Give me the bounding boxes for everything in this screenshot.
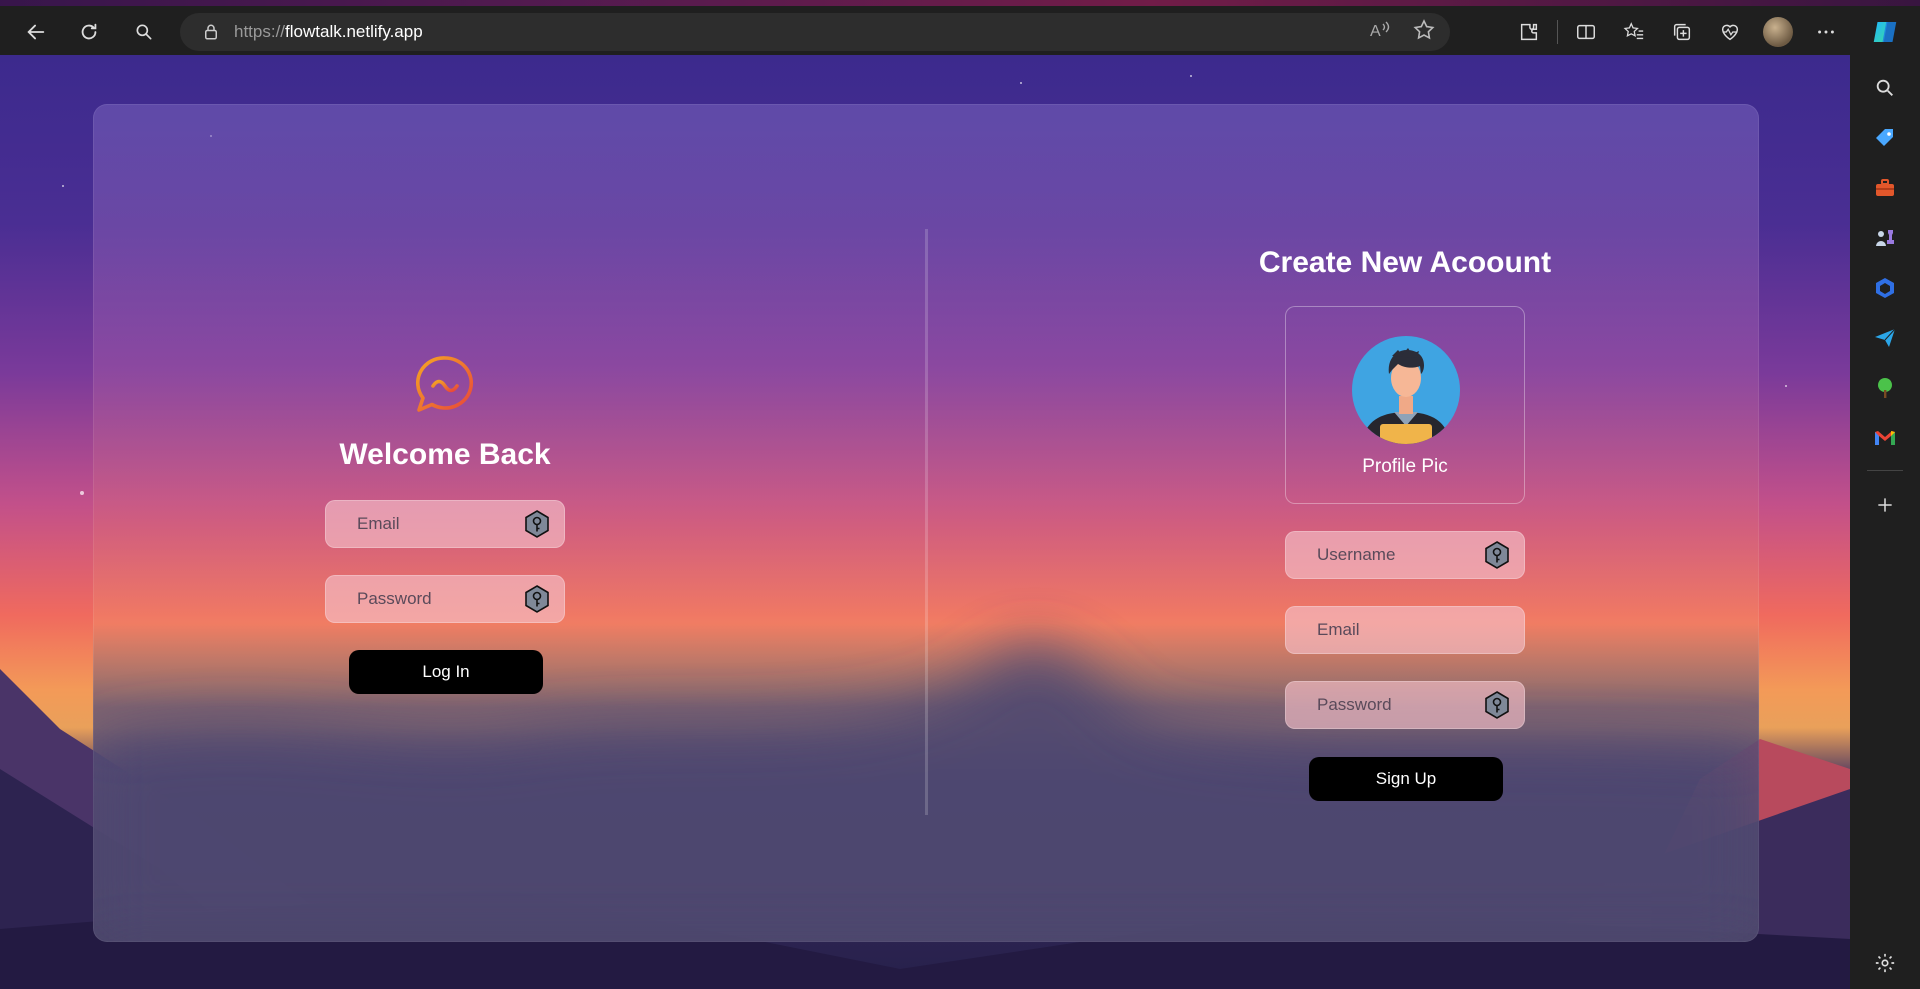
search-icon [1876,79,1893,96]
person-icon [1362,348,1450,444]
signup-title: Create New Acoount [1258,246,1552,279]
signup-password-input[interactable] [1315,694,1479,716]
refresh-icon [81,23,97,40]
favorites-button[interactable] [1610,12,1658,52]
sidebar-search-button[interactable] [1865,68,1905,108]
copilot-icon [1873,22,1897,42]
url-scheme: https:// [234,22,286,41]
card-divider [925,229,928,815]
profile-avatar [1763,17,1793,47]
shopping-tag-icon [1876,129,1893,146]
signup-username-field[interactable] [1285,531,1525,579]
sidebar-tools-button[interactable] [1865,168,1905,208]
read-aloud-icon[interactable]: A [1368,18,1392,42]
sidebar-tree-button[interactable] [1865,368,1905,408]
star [1190,75,1192,77]
lock-icon[interactable] [202,23,220,41]
browser-sidebar [1850,64,1920,989]
key-icon [1485,541,1509,569]
key-icon [525,510,549,538]
login-button[interactable]: Log In [349,650,543,694]
sidebar-gmail-button[interactable] [1865,418,1905,458]
sidebar-add-button[interactable] [1865,485,1905,525]
settings-icon [1875,953,1895,973]
favorite-star-icon[interactable] [1412,18,1436,42]
star [1785,385,1787,387]
sidebar-games-button[interactable] [1865,218,1905,258]
send-icon [1875,328,1896,347]
star [62,185,64,187]
star [1020,82,1022,84]
signup-button[interactable]: Sign Up [1309,757,1503,801]
tree-icon [1878,378,1892,398]
search-icon [136,24,152,40]
collections-icon [1673,23,1691,41]
url-host: flowtalk.netlify.app [285,22,423,41]
browser-essentials-icon [1721,24,1739,41]
login-password-input[interactable] [355,588,519,610]
signup-username-input[interactable] [1315,544,1479,566]
extensions-icon [1520,23,1538,41]
profile-pic-label: Profile Pic [1362,456,1448,477]
split-screen-button[interactable] [1562,12,1610,52]
login-title: Welcome Back [339,438,551,471]
sidebar-m365-button[interactable] [1865,268,1905,308]
toolbar-divider [1557,20,1558,44]
login-password-field[interactable] [325,575,565,623]
star [80,491,84,495]
browser-essentials-button[interactable] [1706,12,1754,52]
svg-text:A: A [1370,23,1381,40]
refresh-button[interactable] [71,16,107,48]
address-bar[interactable]: https://flowtalk.netlify.app A [180,13,1450,51]
profile-avatar-icon[interactable] [1352,336,1460,444]
tools-icon [1876,179,1894,196]
collections-button[interactable] [1658,12,1706,52]
more-button[interactable] [1802,12,1850,52]
gmail-icon [1875,431,1895,445]
login-email-input[interactable] [355,513,519,535]
key-icon [525,585,549,613]
microsoft365-icon [1876,278,1894,298]
url-text[interactable]: https://flowtalk.netlify.app [234,22,423,42]
split-screen-icon [1577,24,1595,40]
profile-button[interactable] [1754,12,1802,52]
signup-email-input[interactable] [1315,619,1479,641]
app-logo-icon [415,356,474,412]
address-bar-actions: A [1368,18,1436,42]
sidebar-settings-button[interactable] [1865,943,1905,983]
more-icon [1818,30,1834,34]
favorites-icon [1623,22,1644,40]
signup-email-field[interactable] [1285,606,1525,654]
extensions-button[interactable] [1505,12,1553,52]
sidebar-divider [1867,470,1903,471]
key-icon [1485,691,1509,719]
back-icon [27,24,45,40]
sidebar-send-button[interactable] [1865,318,1905,358]
back-button[interactable] [18,16,54,48]
games-icon [1876,230,1894,246]
signup-password-field[interactable] [1285,681,1525,729]
copilot-button[interactable] [1850,12,1920,52]
search-button[interactable] [126,16,162,48]
login-email-field[interactable] [325,500,565,548]
add-icon [1878,498,1892,512]
sidebar-shopping-button[interactable] [1865,118,1905,158]
